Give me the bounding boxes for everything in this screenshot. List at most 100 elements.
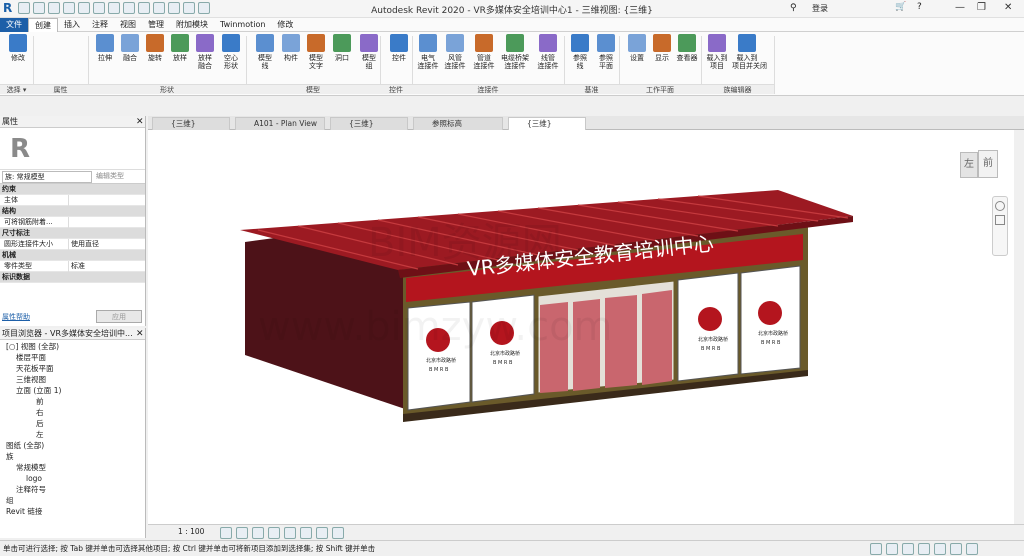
help-icon[interactable]: ? [917,2,922,12]
view-tab[interactable]: {三维} [330,117,408,130]
close-icon[interactable]: ✕ [1004,2,1012,13]
project-browser: 项目浏览器 - VR多媒体安全培训中... ✕ [○] 视图 (全部) 楼层平面天… [0,328,146,538]
filter-icon[interactable] [966,543,978,555]
select-underlay-icon[interactable] [918,543,930,555]
steering-wheel-icon[interactable] [995,201,1005,211]
browser-tree-item[interactable]: 组 [6,496,14,506]
browser-tree-item[interactable]: 族 [6,452,14,462]
menu-file[interactable]: 文件 [0,18,28,32]
browser-tree-item[interactable]: logo [26,474,42,484]
property-category[interactable]: 机械 [0,250,145,261]
sun-path-icon[interactable] [252,527,264,539]
menu-twinmotion[interactable]: Twinmotion [214,18,271,32]
browser-tree-item[interactable]: 注释符号 [16,485,46,495]
apply-button[interactable]: 应用 [96,310,142,323]
menu-modify[interactable]: 修改 [271,18,299,32]
browser-tree-item[interactable]: 三维视图 [16,375,46,385]
type-selector[interactable]: 族: 常规模型 [2,171,92,183]
ribbon-button[interactable]: 电缆桥架 连接件 [500,34,530,70]
view-tab[interactable]: 参照标高 [413,117,503,130]
browser-tree-item[interactable]: 立面 (立面 1) [16,386,61,396]
select-links-icon[interactable] [902,543,914,555]
search-icon[interactable]: ⚲ [790,3,797,13]
ribbon-button[interactable]: 空心 形状 [216,34,246,70]
cart-icon[interactable]: 🛒 [895,2,906,12]
select-pinned-icon[interactable] [934,543,946,555]
ribbon-button[interactable]: 载入到 项目 [702,34,732,70]
viewcube-front[interactable]: 前 [978,150,998,178]
menu-addins[interactable]: 附加模块 [170,18,214,32]
browser-tree-item[interactable]: 前 [36,397,44,407]
lock-view-icon[interactable] [300,527,312,539]
ribbon-button[interactable]: 线管 连接件 [533,34,563,70]
minimize-icon[interactable]: — [955,2,965,13]
property-category[interactable]: 约束 [0,184,145,195]
view-tab[interactable]: A101 - Plan View [235,117,325,130]
ribbon-button-label: 电缆桥架 连接件 [501,54,529,70]
select-by-face-icon[interactable] [950,543,962,555]
ribbon-button[interactable]: 查看器 [672,34,702,62]
browser-tree-item[interactable]: 后 [36,419,44,429]
view-tab[interactable]: {三维} [508,117,586,130]
view-scale[interactable]: 1 : 100 [178,527,204,536]
property-value[interactable]: 使用直径 [68,239,134,250]
viewcube-left[interactable]: 左 [960,152,978,178]
ribbon-button[interactable]: 风管 连接件 [440,34,470,70]
ribbon-button-label: 风管 连接件 [444,54,466,70]
shadows-icon[interactable] [268,527,280,539]
ribbon-button[interactable]: 洞口 [327,34,357,62]
browser-tree-item[interactable]: 右 [36,408,44,418]
menu-create[interactable]: 创建 [28,18,58,32]
vertical-scrollbar[interactable] [1014,130,1024,524]
ribbon-button[interactable]: 修改 [3,34,33,62]
detail-level-icon[interactable] [220,527,232,539]
close-icon[interactable]: ✕ [136,117,144,127]
logo-sub: B M R B [701,346,721,352]
menu-manage[interactable]: 管理 [142,18,170,32]
ribbon-panel-label[interactable]: 选择 ▾ [0,84,33,94]
crop-icon[interactable] [316,527,328,539]
menu-view[interactable]: 视图 [114,18,142,32]
worksets-icon[interactable] [870,543,882,555]
user-sign-in[interactable]: 登录 [812,3,828,14]
zoom-icon[interactable] [995,215,1005,225]
property-row: 主体 [0,195,145,206]
property-value[interactable] [68,195,134,206]
design-options-icon[interactable] [886,543,898,555]
property-name: 尺寸标注 [2,229,30,237]
ribbon-button[interactable]: 电气 连接件 [413,34,443,70]
ribbon-button-label: 电气 连接件 [417,54,439,70]
property-category[interactable]: 结构 [0,206,145,217]
property-value[interactable] [68,217,134,228]
browser-tree-item[interactable]: 楼层平面 [16,353,46,363]
property-category[interactable]: 尺寸标注 [0,228,145,239]
browser-tree-item[interactable]: 常规模型 [16,463,46,473]
ribbon-tool-icon [446,34,464,52]
properties-help-link[interactable]: 属性帮助 [2,312,30,322]
view-cube[interactable]: 左 前 [960,148,1000,184]
logo-text: 北京市政路桥 [698,336,728,343]
menu-insert[interactable]: 插入 [58,18,86,32]
browser-tree-item[interactable]: 左 [36,430,44,440]
ribbon-button-label: 洞口 [335,54,349,62]
drawing-area[interactable]: VR多媒体安全教育培训中心 北京市政路桥 北京市政路桥 北京市政路桥 北京市政路… [148,130,1014,524]
property-value[interactable]: 标准 [68,261,134,272]
property-category[interactable]: 标识数据 [0,272,145,283]
ribbon-button[interactable]: 管道 连接件 [469,34,499,70]
restore-icon[interactable]: ❐ [977,2,986,13]
ribbon-button[interactable]: 控件 [384,34,414,62]
browser-tree-item[interactable]: [○] 视图 (全部) [6,342,59,352]
browser-tree-item[interactable]: 天花板平面 [16,364,54,374]
view-tab[interactable]: {三维} [152,117,230,130]
visual-style-icon[interactable] [236,527,248,539]
ribbon-button[interactable]: 参照 平面 [591,34,621,70]
menu-annotate[interactable]: 注释 [86,18,114,32]
browser-tree-item[interactable]: Revit 链接 [6,507,42,517]
render-icon[interactable] [284,527,296,539]
close-icon[interactable]: ✕ [136,329,144,339]
edit-type-button[interactable]: 编辑类型 [96,171,142,183]
hide-isolate-icon[interactable] [332,527,344,539]
ribbon-button[interactable]: 载入到 项目并关闭 [732,34,767,70]
browser-tree-item[interactable]: 图纸 (全部) [6,441,44,451]
property-name: 零件类型 [4,262,32,270]
